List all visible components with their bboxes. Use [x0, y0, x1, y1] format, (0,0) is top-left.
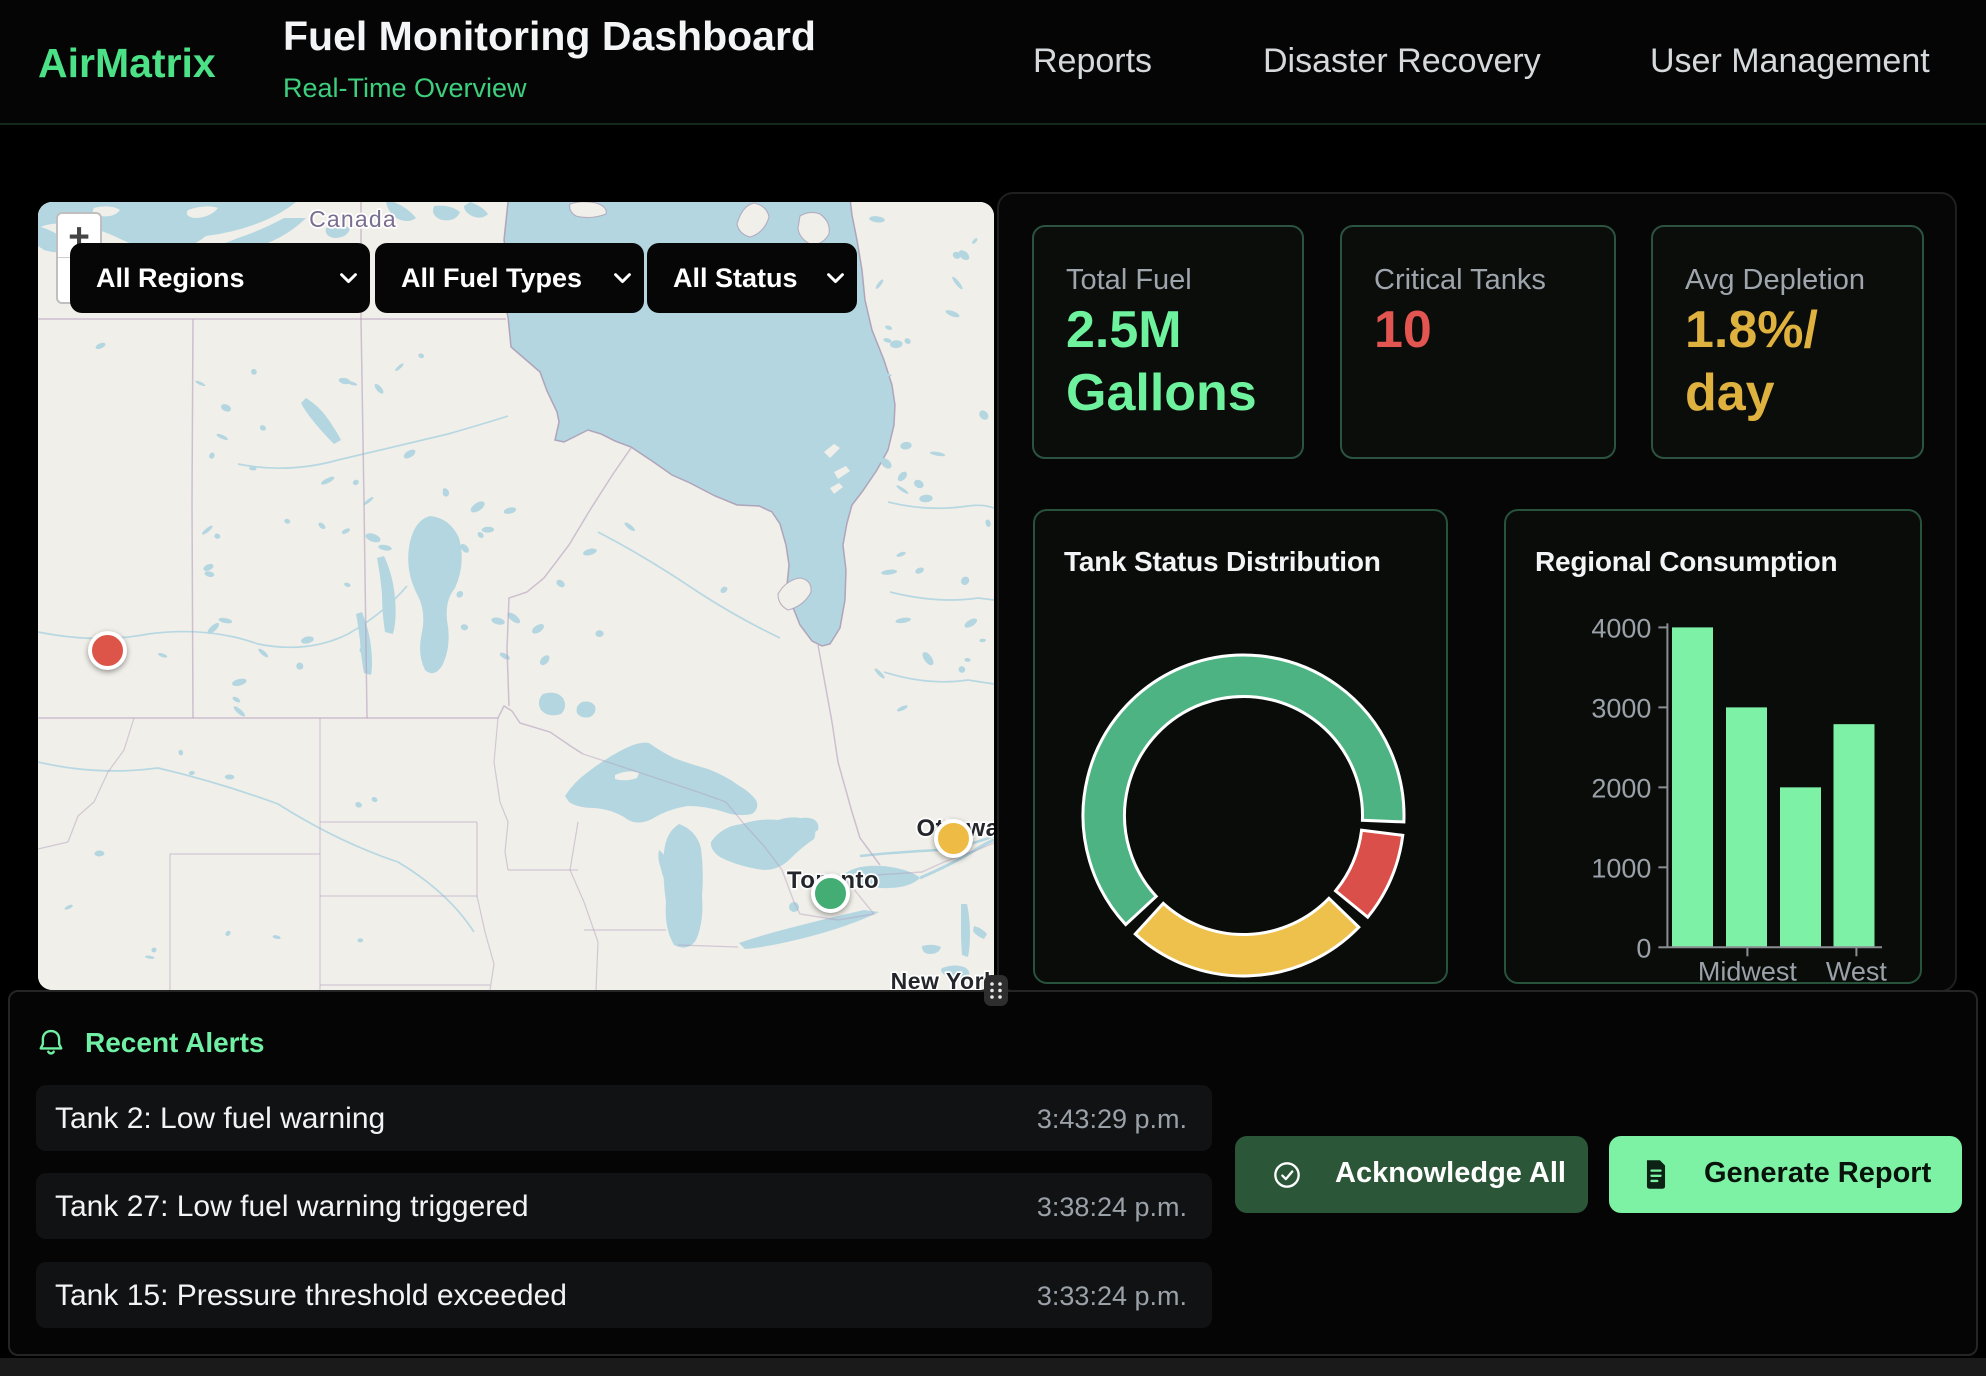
- svg-text:New York: New York: [891, 968, 994, 990]
- svg-text:4000: 4000: [1591, 613, 1651, 643]
- svg-text:0: 0: [1636, 933, 1651, 963]
- svg-text:Midwest: Midwest: [1698, 956, 1798, 983]
- svg-text:Canada: Canada: [309, 206, 397, 232]
- svg-text:3000: 3000: [1591, 693, 1651, 723]
- svg-text:2000: 2000: [1591, 773, 1651, 803]
- svg-text:1000: 1000: [1591, 853, 1651, 883]
- svg-text:West: West: [1826, 956, 1888, 983]
